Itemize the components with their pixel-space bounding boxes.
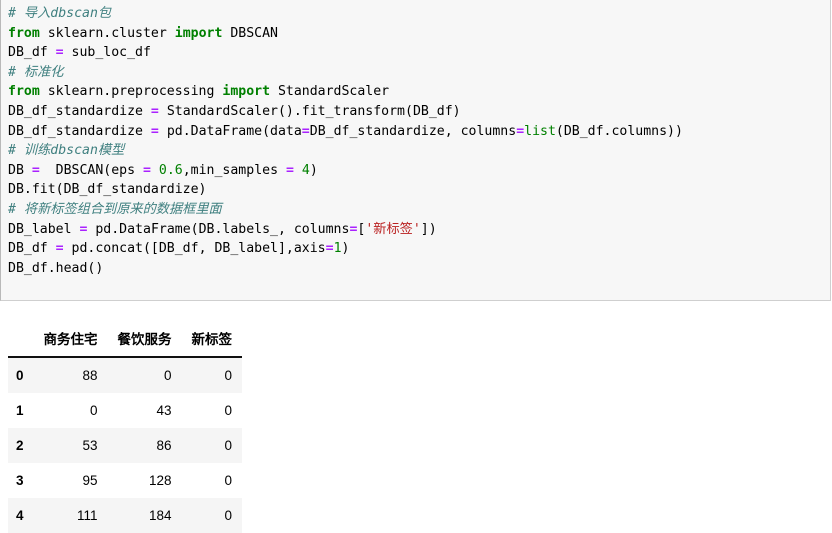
table-row-index: 4 [16, 508, 24, 523]
code-token-plain: sklearn.cluster [39, 25, 175, 41]
code-token-kw: import [222, 84, 271, 100]
code-token-plain: ,min_samples [182, 162, 286, 178]
code-line: # 训练dbscan模型 [8, 141, 830, 161]
code-token-plain: DB [8, 162, 32, 178]
table-cell: 184 [148, 508, 172, 523]
table-row-index: 1 [16, 403, 24, 418]
code-token-plain: sub_loc_df [63, 45, 151, 61]
table-row-index: 3 [16, 473, 24, 488]
code-token-comment: # 训练dbscan模型 [8, 143, 125, 159]
table-row: 3 95 128 0 [8, 463, 243, 498]
table-index-header [8, 322, 34, 358]
table-row-index: 2 [16, 438, 24, 453]
table-column-header: 新标签 [181, 322, 243, 358]
code-line: DB_df_standardize = StandardScaler().fit… [8, 102, 830, 122]
code-token-plain: sklearn.preprocessing [39, 84, 223, 100]
code-line: DB_df.head() [8, 259, 830, 279]
code-token-kw: from [8, 84, 40, 100]
code-token-kw: import [174, 25, 223, 41]
code-token-op: = [150, 123, 159, 139]
code-token-plain: DB_label [8, 221, 80, 237]
code-token-num: 0.6 [158, 162, 183, 178]
code-token-plain: ) [309, 162, 318, 178]
code-line: DB_df = pd.concat([DB_df, DB_label],axis… [8, 239, 830, 259]
table-cell: 128 [148, 473, 172, 488]
code-line: from sklearn.cluster import DBSCAN [8, 24, 830, 44]
code-token-plain: DB_df_standardize [8, 103, 151, 119]
code-token-op: = [55, 241, 64, 257]
table-cell: 0 [224, 403, 233, 418]
code-token-plain: StandardScaler [270, 84, 390, 100]
table-cell: 53 [82, 438, 98, 453]
code-token-plain: ) [341, 241, 350, 257]
table-cell: 88 [82, 368, 98, 383]
code-token-num: 1 [333, 241, 342, 257]
code-line: DB_df_standardize = pd.DataFrame(data=DB… [8, 122, 830, 142]
code-token-plain: DBSCAN(eps [39, 162, 143, 178]
code-token-plain: pd.DataFrame(DB.labels_, columns [87, 221, 350, 237]
table-row: 1 0 43 0 [8, 393, 243, 428]
code-line: DB_df = sub_loc_df [8, 43, 830, 63]
dataframe-table: 商务住宅 餐饮服务 新标签 0 88 0 0 1 0 43 0 2 53 86 0 3 95 128 0 4 111 1… [8, 322, 243, 533]
code-token-op: = [516, 123, 525, 139]
table-cell: 111 [76, 508, 98, 523]
code-token-builtin: list [524, 123, 556, 139]
code-token-plain: (DB_df.columns)) [555, 123, 683, 139]
code-token-comment: # 标准化 [8, 64, 64, 80]
code-line: DB.fit(DB_df_standardize) [8, 180, 830, 200]
table-row: 2 53 86 0 [8, 428, 243, 463]
table-cell: 0 [224, 508, 233, 523]
table-column-header: 商务住宅 [33, 322, 108, 358]
code-token-plain: DB_df [8, 241, 56, 257]
code-token-op: = [150, 103, 159, 119]
code-token-op: = [31, 162, 40, 178]
code-token-plain: DB_df.head() [8, 260, 104, 276]
table-cell: 0 [164, 368, 172, 383]
table-cell: 86 [156, 438, 172, 453]
code-token-comment: # 导入dbscan包 [8, 6, 112, 21]
code-token-plain: StandardScaler().fit_transform(DB_df) [158, 103, 461, 119]
code-token-plain: DB.fit(DB_df_standardize) [8, 182, 207, 198]
code-token-plain: DB_df_standardize, columns [309, 123, 517, 139]
table-cell: 0 [224, 473, 233, 488]
table-cell: 0 [224, 438, 233, 453]
code-line: # 导入dbscan包 [8, 4, 830, 24]
code-token-plain: DB_df_standardize [8, 123, 151, 139]
code-token-kw: from [8, 25, 40, 41]
code-cell[interactable]: # 导入dbscan包 from sklearn.cluster import D… [0, 0, 831, 301]
code-token-comment: # 将新标签组合到原来的数据框里面 [8, 201, 222, 217]
code-line: DB = DBSCAN(eps = 0.6,min_samples = 4) [8, 161, 830, 181]
table-column-header: 餐饮服务 [107, 322, 182, 358]
table-cell: 95 [82, 473, 98, 488]
table-body: 0 88 0 0 1 0 43 0 2 53 86 0 3 95 128 0 4 111 184 0 [8, 357, 243, 533]
code-token-plain: pd.concat([DB_df, DB_label],axis [63, 241, 326, 257]
code-token-num: 4 [301, 162, 310, 178]
code-line: DB_label = pd.DataFrame(DB.labels_, colu… [8, 220, 830, 240]
table-row-index: 0 [16, 368, 24, 383]
code-token-op: = [301, 123, 310, 139]
table-cell: 0 [224, 368, 233, 383]
code-token-op: = [285, 162, 294, 178]
code-token-plain: DBSCAN [222, 25, 278, 41]
code-token-op: = [325, 241, 334, 257]
table-header-row: 商务住宅 餐饮服务 新标签 [8, 322, 243, 358]
table-row: 4 111 184 0 [8, 498, 243, 533]
code-token-op: = [143, 162, 151, 178]
table-row: 0 88 0 0 [8, 357, 243, 393]
code-line: from sklearn.preprocessing import Standa… [8, 82, 830, 102]
code-token-str: '新标签' [365, 221, 421, 237]
table-head: 商务住宅 餐饮服务 新标签 [8, 322, 243, 358]
code-token-plain: DB_df [8, 45, 56, 61]
table-cell: 0 [90, 403, 98, 418]
code-token-op: = [55, 45, 64, 61]
table-cell: 43 [156, 403, 172, 418]
code-token-plain: pd.DataFrame(data [158, 123, 302, 139]
code-line: # 标准化 [8, 63, 830, 83]
code-token-plain: ]) [420, 221, 437, 237]
dataframe-output: 商务住宅 餐饮服务 新标签 0 88 0 0 1 0 43 0 2 53 86 0 3 95 128 0 4 111 1… [0, 322, 243, 533]
code-editor-text[interactable]: # 导入dbscan包 from sklearn.cluster import D… [1, 0, 830, 278]
code-line: # 将新标签组合到原来的数据框里面 [8, 200, 830, 220]
